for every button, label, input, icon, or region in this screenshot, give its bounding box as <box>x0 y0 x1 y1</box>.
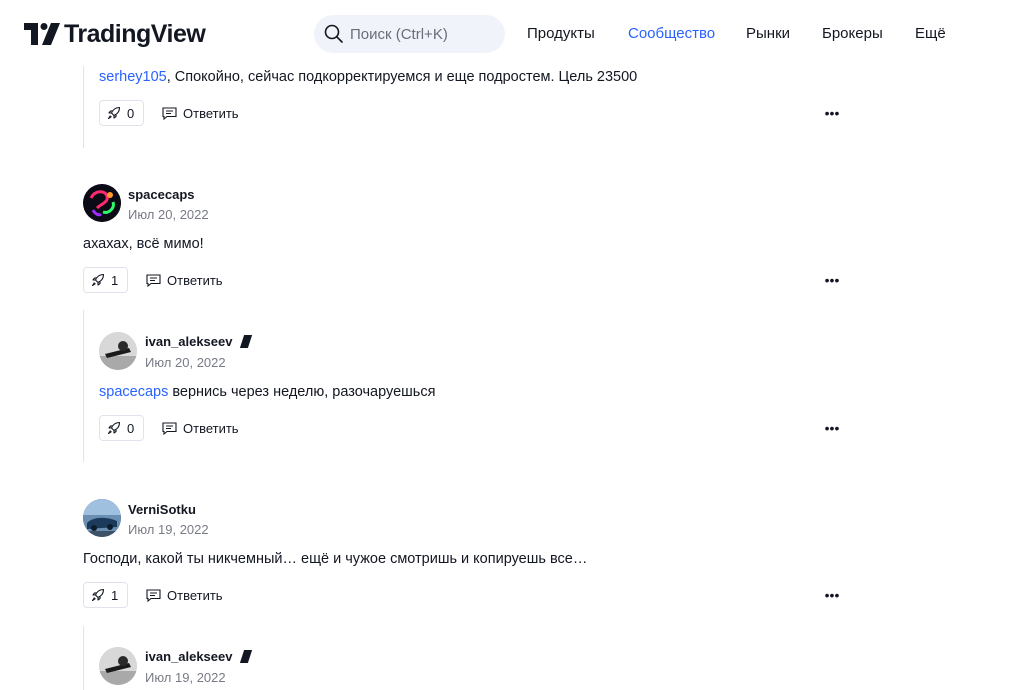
reply-button[interactable]: Ответить <box>146 273 223 288</box>
user-mention-link[interactable]: serhey105 <box>99 69 167 85</box>
username-text: ivan_alekseev <box>145 334 233 349</box>
username-text: ivan_alekseev <box>145 649 233 664</box>
reply-label: Ответить <box>183 421 239 436</box>
avatar[interactable] <box>83 184 121 222</box>
comment-text: spacecaps вернись через неделю, разочару… <box>99 384 435 400</box>
reply-icon <box>162 107 177 120</box>
comment-date: Июл 19, 2022 <box>128 522 209 537</box>
nav-brokers[interactable]: Брокеры <box>822 25 883 42</box>
rocket-icon <box>91 273 105 287</box>
search-icon <box>324 24 343 43</box>
avatar[interactable] <box>99 647 137 685</box>
top-navigation-bar: TradingView Продукты Сообщество Рынки Бр… <box>0 0 1024 66</box>
more-icon: ••• <box>824 105 840 121</box>
boost-button[interactable]: 1 <box>83 267 129 293</box>
tradingview-logo[interactable]: TradingView <box>24 19 206 48</box>
search-box[interactable] <box>314 15 505 53</box>
username[interactable]: ivan_alekseev <box>145 334 253 349</box>
more-options-button[interactable]: ••• <box>822 420 842 436</box>
more-icon: ••• <box>824 272 840 288</box>
avatar[interactable] <box>83 499 121 537</box>
reply-thread-line <box>83 66 84 148</box>
nav-products[interactable]: Продукты <box>527 25 595 42</box>
comment-date: Июл 20, 2022 <box>128 207 209 222</box>
boost-count: 0 <box>127 105 135 121</box>
boost-count: 1 <box>111 587 119 603</box>
reply-label: Ответить <box>167 273 223 288</box>
user-mention-link[interactable]: spacecaps <box>99 384 168 400</box>
comment-date: Июл 19, 2022 <box>145 670 226 685</box>
pro-badge-icon <box>240 650 253 663</box>
username[interactable]: VerniSotku <box>128 502 196 517</box>
username[interactable]: spacecaps <box>128 187 195 202</box>
search-input[interactable] <box>350 25 500 43</box>
comment-body: вернись через неделю, разочаруешься <box>168 384 436 400</box>
comment-body: , Спокойно, сейчас подкорректируемся и е… <box>166 69 638 85</box>
comment-text: Господи, какой ты никчемный… ещё и чужое… <box>83 551 588 567</box>
more-options-button[interactable]: ••• <box>822 105 842 121</box>
rocket-icon <box>107 421 121 435</box>
reply-thread-line <box>83 626 84 690</box>
tradingview-logo-icon <box>24 23 60 45</box>
reply-button[interactable]: Ответить <box>162 421 239 436</box>
boost-button[interactable]: 0 <box>99 415 145 441</box>
boost-button[interactable]: 1 <box>83 582 129 608</box>
pro-badge-icon <box>240 335 253 348</box>
reply-button[interactable]: Ответить <box>162 106 239 121</box>
logo-text: TradingView <box>64 19 206 48</box>
nav-markets[interactable]: Рынки <box>746 25 790 42</box>
boost-count: 0 <box>127 420 135 436</box>
more-icon: ••• <box>824 587 840 603</box>
reply-label: Ответить <box>167 588 223 603</box>
avatar[interactable] <box>99 332 137 370</box>
comment-text: ахахах, всё мимо! <box>83 236 204 252</box>
more-options-button[interactable]: ••• <box>822 587 842 603</box>
reply-icon <box>146 589 161 602</box>
boost-button[interactable]: 0 <box>99 100 145 126</box>
reply-icon <box>162 422 177 435</box>
boost-count: 1 <box>111 272 119 288</box>
more-options-button[interactable]: ••• <box>822 272 842 288</box>
reply-label: Ответить <box>183 106 239 121</box>
rocket-icon <box>91 588 105 602</box>
reply-icon <box>146 274 161 287</box>
comment-date: Июл 20, 2022 <box>145 355 226 370</box>
reply-button[interactable]: Ответить <box>146 588 223 603</box>
more-icon: ••• <box>824 420 840 436</box>
nav-community[interactable]: Сообщество <box>628 25 715 42</box>
username[interactable]: ivan_alekseev <box>145 649 253 664</box>
rocket-icon <box>107 106 121 120</box>
nav-more[interactable]: Ещё <box>915 25 946 42</box>
comment-text: serhey105, Спокойно, сейчас подкорректир… <box>99 69 637 85</box>
reply-thread-line <box>83 310 84 462</box>
